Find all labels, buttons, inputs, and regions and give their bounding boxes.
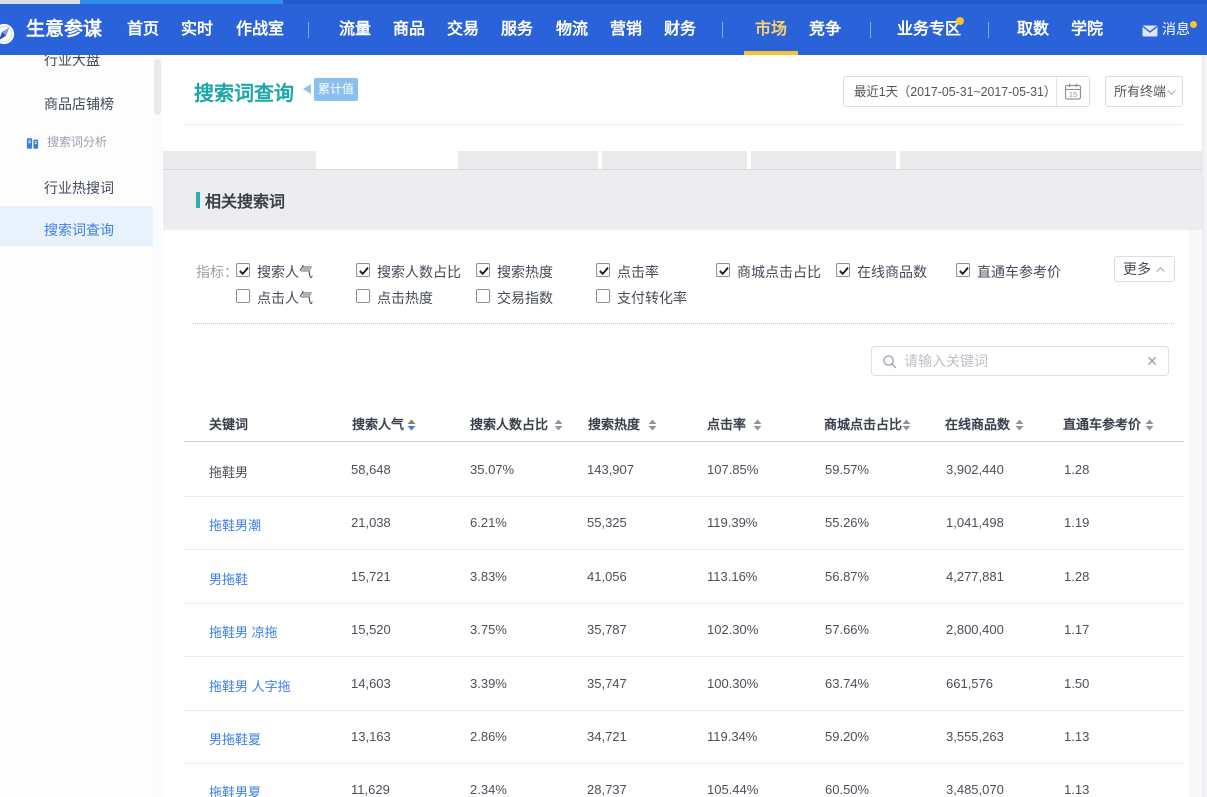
svg-text:15: 15	[1069, 90, 1077, 99]
